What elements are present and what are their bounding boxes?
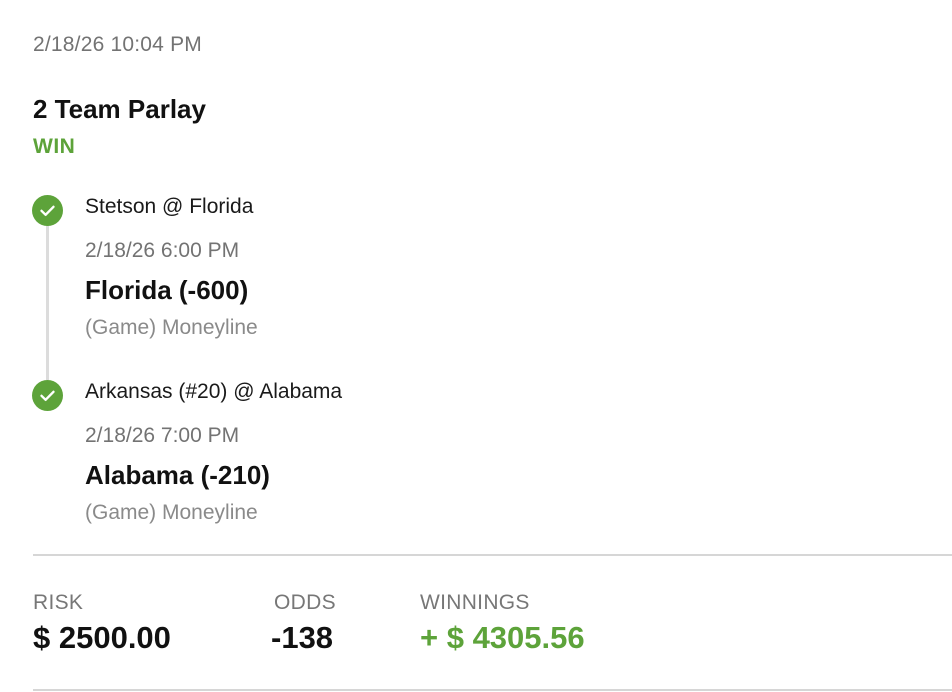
odds-label: ODDS (274, 591, 336, 614)
odds-value: -138 (271, 620, 334, 655)
check-circle-icon (32, 195, 63, 226)
leg-matchup: Arkansas (#20) @ Alabama (85, 380, 343, 403)
leg-pick: Florida (-600) (85, 275, 249, 305)
leg-pick: Alabama (-210) (85, 460, 270, 490)
summary-divider (33, 554, 952, 556)
leg-matchup: Stetson @ Florida (85, 195, 254, 218)
check-circle-icon (32, 380, 63, 411)
bet-ticket: 2/18/26 10:04 PM 2 Team Parlay WIN Stets… (0, 0, 952, 692)
legs-timeline-line (46, 222, 49, 380)
winnings-label: WINNINGS (420, 591, 530, 614)
leg-market: (Game) Moneyline (85, 501, 258, 524)
leg-market: (Game) Moneyline (85, 316, 258, 339)
leg-game-time: 2/18/26 6:00 PM (85, 239, 240, 262)
leg-game-time: 2/18/26 7:00 PM (85, 424, 240, 447)
risk-label: RISK (33, 591, 84, 614)
bottom-divider (33, 689, 952, 691)
bet-status-badge: WIN (33, 135, 76, 158)
winnings-value: + $ 4305.56 (420, 620, 585, 655)
ticket-timestamp: 2/18/26 10:04 PM (33, 33, 202, 56)
risk-value: $ 2500.00 (33, 620, 171, 655)
bet-type-title: 2 Team Parlay (33, 94, 206, 124)
